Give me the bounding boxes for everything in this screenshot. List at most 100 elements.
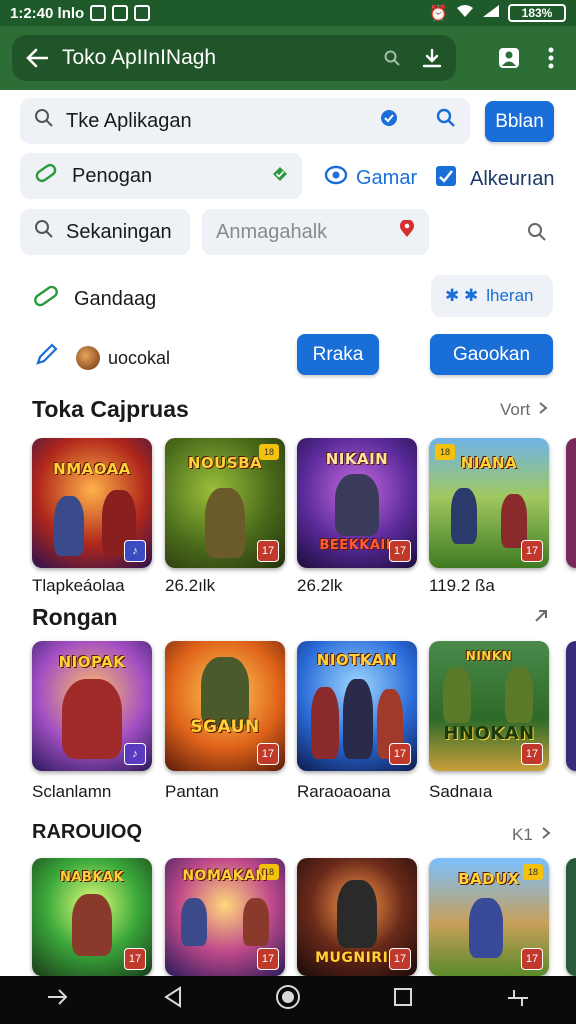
game-tile[interactable]: NIKAIN BEEKKAIL 17 (297, 438, 417, 568)
item-gandaag[interactable]: Gandaag (32, 283, 156, 315)
game-art-title: HNOKAN (443, 723, 535, 744)
game-caption: Sadnaıa (429, 782, 493, 801)
game-tile[interactable]: 18 BADUX 17 (429, 858, 549, 976)
notification-icon-2 (112, 5, 129, 21)
game-tile[interactable]: NIOPAK ♪ (32, 641, 152, 771)
forward-nav-icon[interactable] (46, 986, 70, 1014)
game-art-title: SGAUN (190, 717, 260, 737)
section-more-link[interactable]: Vort (500, 400, 548, 420)
search-query: Tke Aplikagan (66, 109, 192, 132)
account-icon[interactable] (498, 47, 520, 69)
game-caption: 119.2 ßa (429, 576, 495, 595)
chip-sekaningan[interactable]: Sekaningan (20, 209, 190, 255)
pill-icon (32, 283, 60, 315)
chip-anmagahalk[interactable]: Anmagahalk (202, 209, 429, 255)
game-caption: Raraoaoana (297, 782, 391, 801)
game-art-figure (443, 667, 471, 723)
download-icon[interactable] (422, 48, 442, 68)
user-name: uocokal (108, 347, 171, 368)
game-art-title: NMAOAA (53, 460, 131, 478)
avatar (76, 346, 100, 370)
game-tile-partial[interactable] (566, 858, 576, 976)
chip-label: Anmagahalk (216, 220, 328, 243)
chip-label: Gamar (356, 166, 418, 189)
chip-gamar[interactable]: Gamar (324, 164, 417, 192)
home-nav-icon[interactable] (275, 984, 301, 1017)
game-tile[interactable]: 18 NIANA 17 (429, 438, 549, 568)
game-tile[interactable]: MUGNIRIS 17 (297, 858, 417, 976)
app-bar: Toko ApIInINagh (0, 26, 576, 90)
chip-alkeurian[interactable]: Alkeurıan (434, 164, 555, 194)
section-more-link[interactable]: K1 (512, 825, 551, 845)
game-tile[interactable]: NINKN HNOKAN 17 (429, 641, 549, 771)
item-label: Gandaag (74, 287, 157, 310)
game-art-figure (54, 496, 84, 556)
game-art-title: NOUSBA (187, 454, 263, 472)
pencil-icon[interactable] (32, 341, 60, 375)
back-arrow-icon[interactable] (26, 48, 48, 68)
search-button[interactable]: Bblan (485, 101, 554, 142)
age-badge-icon: 17 (389, 743, 411, 765)
chevron-right-icon (538, 400, 548, 420)
verified-icon (380, 109, 398, 133)
search-icon[interactable] (384, 50, 400, 66)
rotate-nav-icon[interactable] (506, 986, 530, 1015)
search-submit-icon[interactable] (436, 108, 456, 134)
section-more-link[interactable] (534, 608, 548, 628)
chip-lheran[interactable]: ✱ ✱ lheran (431, 275, 553, 317)
checkbox-icon (434, 164, 458, 194)
age-badge-icon: 17 (124, 948, 146, 970)
app-bar-search-pill[interactable]: Toko ApIInINagh (12, 35, 456, 81)
gaookan-button[interactable]: Gaookan (430, 334, 553, 375)
game-art-figure (311, 687, 339, 759)
recents-nav-icon[interactable] (393, 986, 413, 1014)
search-icon (34, 108, 54, 134)
game-art-figure (343, 679, 373, 759)
rraka-button[interactable]: Rraka (297, 334, 379, 375)
camera-icon (324, 164, 348, 192)
search-icon (34, 219, 54, 245)
check-icon (272, 165, 288, 188)
game-tile-partial[interactable] (566, 438, 576, 568)
game-art-figure (243, 898, 269, 946)
game-art-figure (205, 488, 245, 558)
game-tile-partial[interactable] (566, 641, 576, 771)
age-badge-icon: 17 (389, 540, 411, 562)
search-input[interactable]: Tke Aplikagan (20, 98, 470, 144)
age-badge-icon: 17 (257, 948, 279, 970)
game-art-title: NINKN (465, 649, 513, 663)
age-badge-icon: 17 (257, 540, 279, 562)
game-art-figure (469, 898, 503, 958)
game-tile[interactable]: SGAUN 17 (165, 641, 285, 771)
game-tile[interactable]: NMAOAA ♪ (32, 438, 152, 568)
alarm-icon: ⏰ (429, 5, 448, 22)
game-art-title: BADUX (458, 870, 520, 888)
arrow-right-icon (534, 608, 548, 628)
battery-indicator: 183% (508, 4, 566, 22)
game-tile[interactable]: NABKAK 17 (32, 858, 152, 976)
section-title: RAROUIOQ (32, 821, 142, 843)
signal-icon (482, 4, 500, 22)
section-title: Toka Cajpruas (32, 396, 189, 422)
game-tile[interactable]: 18 NOUSBA 17 (165, 438, 285, 568)
chip-label: Penogan (72, 164, 153, 187)
chip-penogan[interactable]: Penogan (20, 153, 302, 199)
game-tile[interactable]: 18 NOMAKAN 17 (165, 858, 285, 976)
game-tile[interactable]: NIOTKAN 17 (297, 641, 417, 771)
age-badge-icon: 17 (521, 948, 543, 970)
game-art-figure (451, 488, 477, 544)
more-vert-icon[interactable] (548, 47, 554, 69)
game-art-title: NIOPAK (58, 653, 126, 671)
age-badge-icon: 17 (521, 743, 543, 765)
back-nav-icon[interactable] (163, 985, 183, 1015)
age-badge-icon: 17 (521, 540, 543, 562)
section-title: Rongan (32, 604, 118, 630)
chip-label: Sekaningan (66, 220, 172, 243)
notification-icon (90, 5, 107, 21)
search-icon[interactable] (527, 222, 547, 247)
chip-label: Alkeurıan (470, 167, 555, 190)
app-bar-title: Toko ApIInINagh (62, 46, 217, 69)
game-caption: Tlapkeáolaa (32, 576, 125, 595)
location-pin-icon (399, 219, 415, 244)
game-caption: 26.2lk (297, 576, 343, 595)
